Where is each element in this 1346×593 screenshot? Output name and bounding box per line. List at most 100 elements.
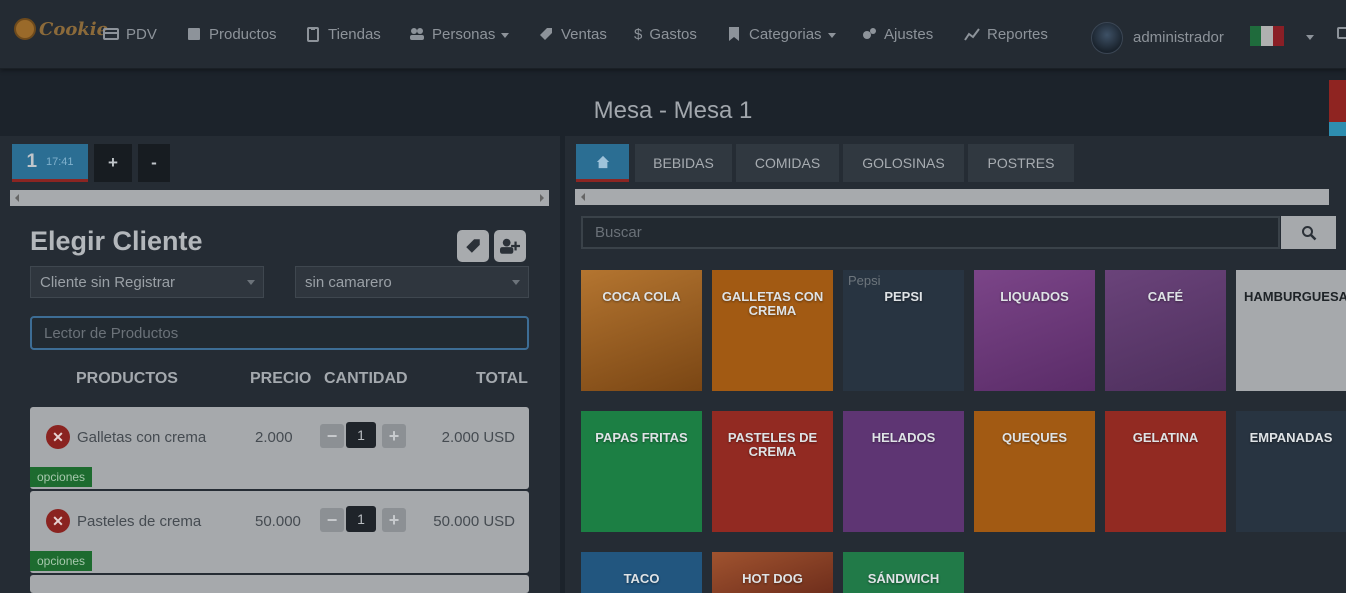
product-label: LIQUADOS [1000, 289, 1069, 304]
scroll-right-icon[interactable] [540, 194, 544, 202]
avatar[interactable] [1091, 22, 1123, 54]
search-button[interactable] [1281, 216, 1336, 249]
fullscreen-icon[interactable] [1337, 27, 1346, 39]
tab-home[interactable] [576, 144, 629, 182]
nav-ventas[interactable]: Ventas [538, 24, 607, 44]
tab-bebidas[interactable]: BEBIDAS [635, 144, 732, 182]
product-label: HOT DOG [742, 571, 803, 586]
order-tab-time: 17:41 [46, 155, 74, 168]
card-icon [103, 28, 119, 40]
waiter-select[interactable]: sin camarero [295, 266, 529, 298]
nav-gastos[interactable]: $ Gastos [634, 24, 697, 44]
search-input[interactable]: Buscar [581, 216, 1280, 249]
product-papas-fritas[interactable]: PAPAS FRITAS [581, 411, 702, 532]
add-order-button[interactable]: + [94, 144, 132, 182]
product-coca-cola[interactable]: COCA COLA [581, 270, 702, 391]
tab-comidas[interactable]: COMIDAS [736, 144, 839, 182]
nav-label: Tiendas [328, 25, 381, 43]
add-client-button[interactable] [494, 230, 526, 262]
header-products: PRODUCTOS [76, 370, 178, 387]
product-label: GALLETAS CON CREMA [721, 289, 824, 318]
client-heading: Elegir Cliente [30, 226, 203, 256]
order-tab-number: 1 [26, 150, 38, 172]
page-title: Mesa - Mesa 1 [593, 97, 753, 124]
product-liquados[interactable]: LIQUADOS [974, 270, 1095, 391]
nav-tiendas[interactable]: Tiendas [305, 24, 381, 44]
product-pasteles-de-crema[interactable]: PASTELES DE CREMA [712, 411, 833, 532]
product-label: PAPAS FRITAS [595, 430, 688, 445]
users-icon [410, 28, 424, 40]
order-row: ✕ Galletas con crema 2.000 − 1 + 2.000 U… [30, 407, 529, 489]
nav-personas[interactable]: Personas [409, 24, 510, 44]
product-queques[interactable]: QUEQUES [974, 411, 1095, 532]
bookmark-icon [729, 27, 739, 41]
tab-postres[interactable]: POSTRES [968, 144, 1074, 182]
mexico-flag-icon[interactable] [1250, 26, 1284, 46]
product-pepsi[interactable]: Pepsi PEPSI [843, 270, 964, 391]
search-placeholder: Buscar [595, 224, 642, 241]
order-tab-1[interactable]: 1 17:41 [12, 144, 88, 182]
nav-productos[interactable]: Productos [186, 24, 277, 44]
scroll-left-icon[interactable] [581, 193, 585, 201]
tabs-scrollbar[interactable] [10, 190, 549, 206]
search-icon [1301, 225, 1316, 240]
decrease-qty-button[interactable]: − [320, 424, 344, 448]
client-select[interactable]: Cliente sin Registrar [30, 266, 264, 298]
product-galletas-con-crema[interactable]: GALLETAS CON CREMA [712, 270, 833, 391]
product-label: PASTELES DE CREMA [727, 430, 818, 459]
item-qty[interactable]: 1 [346, 506, 376, 532]
product-gelatina[interactable]: GELATINA [1105, 411, 1226, 532]
chevron-down-icon [512, 280, 520, 285]
top-navbar: Cookie PDV Productos Tiendas Personas Ve… [0, 0, 1346, 69]
scroll-left-icon[interactable] [15, 194, 19, 202]
options-button[interactable]: opciones [30, 467, 93, 487]
product-sandwich[interactable]: SÁNDWICH [843, 552, 964, 593]
remove-item-icon[interactable]: ✕ [46, 425, 70, 449]
nav-label: PDV [126, 25, 157, 43]
decrease-qty-button[interactable]: − [320, 508, 344, 532]
product-helados[interactable]: HELADOS [843, 411, 964, 532]
chevron-down-icon[interactable] [1306, 35, 1314, 40]
item-total: 2.000 USD [441, 429, 515, 446]
brand[interactable]: Cookie [14, 18, 108, 40]
product-hamburguesa[interactable]: HAMBURGUESA [1236, 270, 1346, 391]
product-label: COCA COLA [602, 289, 681, 304]
nav-label: Categorias [749, 25, 822, 43]
discount-button[interactable] [457, 230, 489, 262]
tag-icon [466, 239, 480, 253]
item-name: Galletas con crema [77, 429, 207, 446]
product-label: PEPSI [884, 289, 923, 304]
product-label: GELATINA [1132, 430, 1199, 445]
product-cafe[interactable]: CAFÉ [1105, 270, 1226, 391]
close-side-tab[interactable] [1329, 80, 1346, 122]
tab-golosinas[interactable]: GOLOSINAS [843, 144, 964, 182]
product-scanner-placeholder: Lector de Productos [44, 325, 179, 342]
remove-item-icon[interactable]: ✕ [46, 509, 70, 533]
client-select-value: Cliente sin Registrar [40, 274, 176, 291]
product-hot-dog[interactable]: HOT DOG [712, 552, 833, 593]
increase-qty-button[interactable]: + [382, 508, 406, 532]
header-quantity: CANTIDAD [324, 370, 408, 387]
chevron-down-icon [827, 32, 836, 38]
remove-order-button[interactable]: - [138, 144, 170, 182]
item-price: 2.000 [255, 429, 293, 446]
nav-categorias[interactable]: Categorias [726, 24, 836, 44]
nav-label: Productos [209, 25, 277, 43]
order-row [30, 575, 529, 593]
user-name[interactable]: administrador [1133, 29, 1224, 46]
header-total: TOTAL [476, 370, 528, 387]
dollar-icon: $ [634, 25, 643, 43]
nav-reportes[interactable]: Reportes [964, 24, 1048, 44]
options-button[interactable]: opciones [30, 551, 93, 571]
item-qty[interactable]: 1 [346, 422, 376, 448]
category-scrollbar[interactable] [575, 189, 1329, 205]
nav-pdv[interactable]: PDV [103, 24, 157, 44]
item-total: 50.000 USD [433, 513, 515, 530]
product-taco[interactable]: TACO [581, 552, 702, 593]
increase-qty-button[interactable]: + [382, 424, 406, 448]
product-scanner-input[interactable]: Lector de Productos [30, 316, 529, 350]
nav-label: Ajustes [884, 25, 934, 43]
cookie-logo-icon [14, 18, 36, 40]
product-empanadas[interactable]: EMPANADAS [1236, 411, 1346, 532]
nav-ajustes[interactable]: Ajustes [861, 24, 933, 44]
